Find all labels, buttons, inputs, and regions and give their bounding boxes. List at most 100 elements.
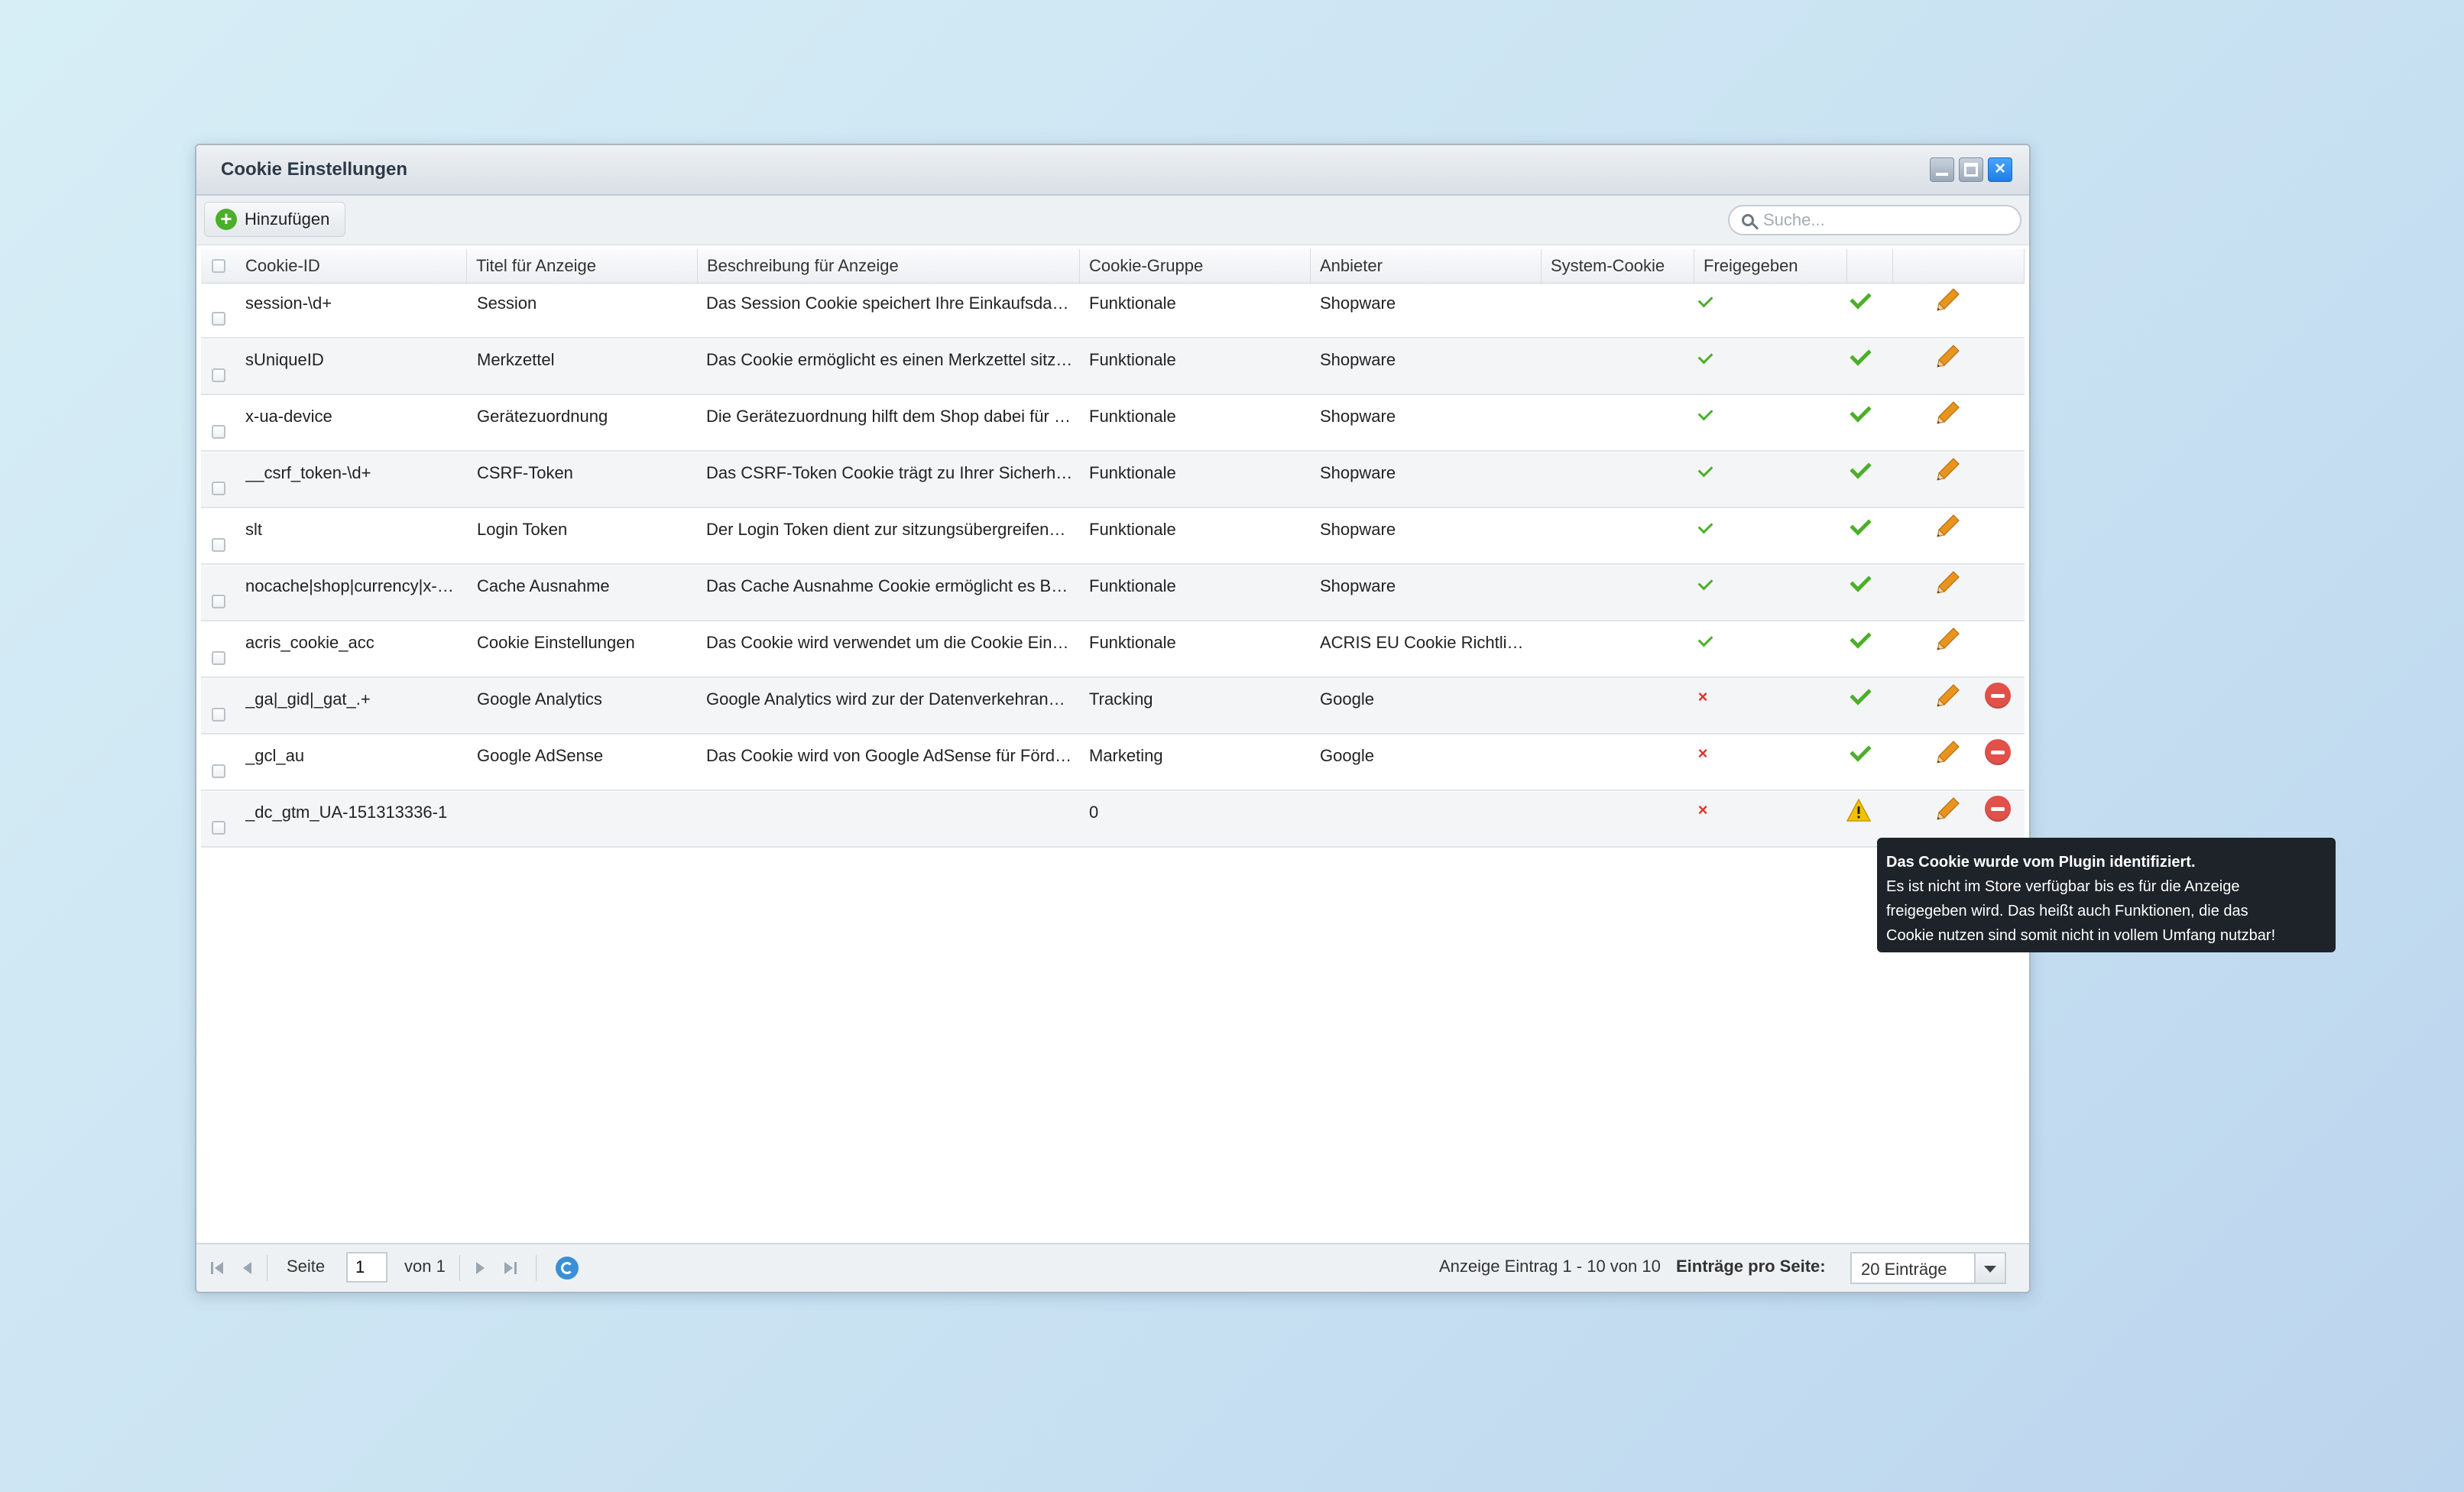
- column-header[interactable]: Cookie-Gruppe: [1080, 249, 1311, 283]
- page-label: Seite: [287, 1257, 326, 1276]
- pencil-icon[interactable]: [1934, 795, 1962, 822]
- tooltip-line: Es ist nicht im Store verfügbar bis es f…: [1886, 878, 2240, 895]
- row-checkbox[interactable]: [212, 821, 225, 835]
- chevron-down-icon[interactable]: [1974, 1254, 2005, 1283]
- cross-icon: ×: [1697, 744, 1708, 763]
- table-row[interactable]: nocache|shop|currency|x-… Cache Ausnahme D…: [201, 566, 2025, 621]
- row-checkbox[interactable]: [212, 482, 225, 495]
- row-checkbox[interactable]: [212, 425, 225, 439]
- cookie-group: Funktionale: [1089, 520, 1176, 539]
- cookie-group: Funktionale: [1089, 576, 1176, 595]
- column-header[interactable]: [1847, 249, 1893, 283]
- delete-icon[interactable]: [1985, 739, 2011, 765]
- row-checkbox[interactable]: [212, 764, 225, 778]
- cookie-settings-window: Cookie Einstellungen × + Hinzufügen Cook…: [195, 144, 2031, 1293]
- row-checkbox[interactable]: [212, 368, 225, 382]
- add-button-label: Hinzufügen: [245, 209, 330, 229]
- column-header[interactable]: Anbieter: [1311, 249, 1542, 283]
- table-row[interactable]: x-ua-device Gerätezuordnung Die Gerätezuor…: [201, 396, 2025, 452]
- pencil-icon[interactable]: [1934, 625, 1962, 653]
- column-header[interactable]: Beschreibung für Anzeige: [698, 249, 1080, 283]
- maximize-icon[interactable]: [1959, 157, 1983, 182]
- add-button[interactable]: + Hinzufügen: [204, 202, 346, 237]
- pager-separator: [459, 1255, 460, 1281]
- table-row[interactable]: session-\d+ Session Das Session Cookie spe…: [201, 283, 2025, 339]
- search-input[interactable]: [1762, 209, 1994, 231]
- table-row[interactable]: slt Login Token Der Login Token dient zur …: [201, 509, 2025, 565]
- pencil-icon[interactable]: [1934, 399, 1962, 427]
- minimize-icon[interactable]: [1930, 157, 1954, 182]
- cookie-title: Cookie Einstellungen: [477, 633, 635, 652]
- cookie-provider: Shopware: [1320, 350, 1396, 369]
- pencil-icon[interactable]: [1934, 512, 1962, 540]
- column-header[interactable]: Freigegeben: [1694, 249, 1847, 283]
- close-icon[interactable]: ×: [1988, 157, 2012, 182]
- per-page-select[interactable]: 20 Einträge: [1850, 1252, 2006, 1284]
- pencil-icon[interactable]: [1934, 569, 1962, 596]
- window-title: Cookie Einstellungen: [221, 159, 408, 180]
- select-all-checkbox[interactable]: [212, 259, 225, 273]
- table-row[interactable]: sUniqueID Merkzettel Das Cookie ermöglicht…: [201, 339, 2025, 395]
- row-checkbox[interactable]: [212, 538, 225, 552]
- cookie-provider: Shopware: [1320, 576, 1396, 595]
- toolbar: + Hinzufügen: [196, 196, 2029, 245]
- delete-icon[interactable]: [1985, 796, 2011, 822]
- search-icon: [1742, 214, 1754, 226]
- table-row[interactable]: _dc_gtm_UA-151313336-1 0 ×: [201, 792, 2025, 848]
- cookie-id: x-ua-device: [245, 407, 332, 426]
- cookie-provider: Shopware: [1320, 520, 1396, 539]
- table-row[interactable]: acris_cookie_acc Cookie Einstellungen Das …: [201, 622, 2025, 678]
- cookie-title: Merkzettel: [477, 350, 555, 369]
- row-checkbox[interactable]: [212, 595, 225, 608]
- warning-icon[interactable]: [1846, 798, 1872, 822]
- cookie-provider: Shopware: [1320, 463, 1396, 482]
- check-icon: [1850, 514, 1872, 536]
- table-row[interactable]: __csrf_token-\d+ CSRF-Token Das CSRF-Token…: [201, 452, 2025, 508]
- next-page-icon[interactable]: [472, 1260, 488, 1276]
- pencil-icon[interactable]: [1934, 456, 1962, 483]
- window-controls: ×: [1930, 157, 2012, 182]
- pencil-icon[interactable]: [1934, 342, 1962, 370]
- cookie-group: Tracking: [1089, 689, 1153, 709]
- delete-icon[interactable]: [1985, 683, 2011, 709]
- prev-page-icon[interactable]: [239, 1260, 256, 1276]
- pencil-icon[interactable]: [1934, 738, 1962, 766]
- cookie-id: __csrf_token-\d+: [245, 463, 371, 482]
- cookie-description: Das Cookie wird verwendet um die Cookie …: [706, 633, 1073, 652]
- pencil-icon[interactable]: [1934, 682, 1962, 709]
- window-titlebar[interactable]: Cookie Einstellungen ×: [196, 145, 2029, 196]
- cookie-id: _ga|_gid|_gat_.+: [245, 689, 371, 709]
- cookie-group: Funktionale: [1089, 350, 1176, 369]
- column-header[interactable]: System-Cookie: [1542, 249, 1694, 283]
- row-checkbox[interactable]: [212, 312, 225, 326]
- pencil-icon[interactable]: [1934, 286, 1962, 313]
- first-page-icon[interactable]: [209, 1260, 225, 1276]
- grid-header: Cookie-ID Titel für Anzeige Beschreibung f…: [201, 249, 2025, 284]
- check-icon: [1850, 344, 1872, 366]
- check-icon: [1697, 349, 1713, 365]
- cookie-provider: Shopware: [1320, 407, 1396, 426]
- column-header[interactable]: [1893, 249, 2025, 283]
- column-header[interactable]: Titel für Anzeige: [467, 249, 698, 283]
- check-icon: [1697, 462, 1713, 478]
- cookie-group: Marketing: [1089, 746, 1163, 765]
- row-checkbox[interactable]: [212, 651, 225, 665]
- cookie-title: Google AdSense: [477, 746, 604, 765]
- per-page-value: 20 Einträge: [1861, 1260, 1947, 1279]
- refresh-icon[interactable]: [556, 1257, 579, 1280]
- cookie-description: Das CSRF-Token Cookie trägt zu Ihrer Sic…: [706, 463, 1073, 482]
- page-number-input[interactable]: [346, 1252, 387, 1283]
- cookie-id: slt: [245, 520, 262, 539]
- check-icon: [1697, 575, 1713, 591]
- pagination-toolbar: Seite von 1 Anzeige Eintrag 1 - 10 von 1…: [196, 1243, 2029, 1292]
- page-count-label: von 1: [404, 1257, 446, 1276]
- cookie-title: Gerätezuordnung: [477, 407, 608, 426]
- table-row[interactable]: _ga|_gid|_gat_.+ Google Analytics Google A…: [201, 679, 2025, 735]
- last-page-icon[interactable]: [502, 1260, 519, 1276]
- column-header[interactable]: Cookie-ID: [236, 249, 467, 283]
- row-checkbox[interactable]: [212, 708, 225, 722]
- cookie-id: sUniqueID: [245, 350, 324, 369]
- cookie-provider: ACRIS EU Cookie Richtli…: [1320, 633, 1524, 652]
- table-row[interactable]: _gcl_au Google AdSense Das Cookie wird von…: [201, 735, 2025, 791]
- search-box[interactable]: [1728, 205, 2021, 235]
